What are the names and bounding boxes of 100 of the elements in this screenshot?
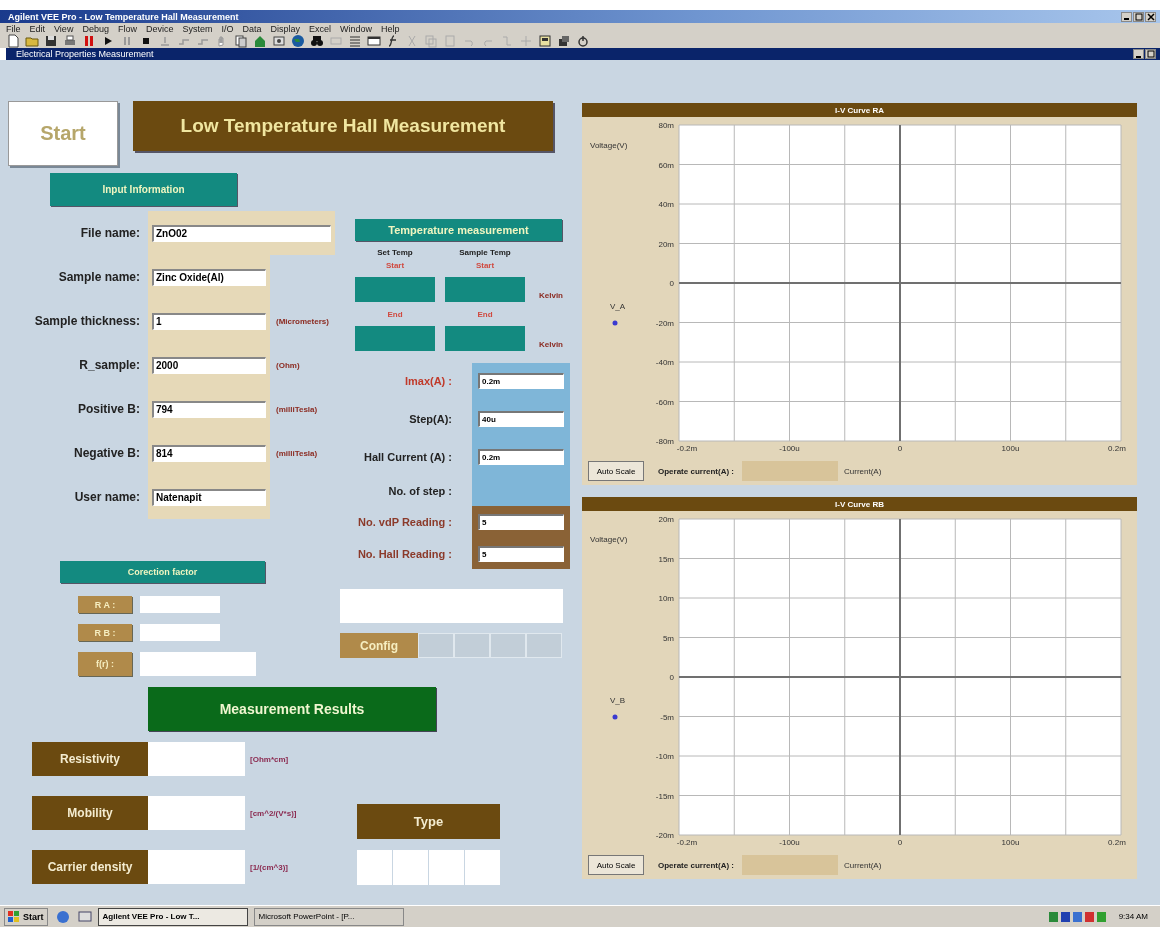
legend-label: V_B [610, 696, 626, 705]
text-field[interactable]: Zinc Oxide(Al) [152, 268, 266, 286]
parameter-label: Step(A): [408, 411, 453, 427]
parameter-label: No. vdP Reading : [357, 515, 453, 530]
close-icon [1146, 12, 1155, 21]
windows-icon[interactable] [557, 34, 571, 48]
unit-label: (Micrometers) [276, 316, 329, 326]
field-label: Sample thickness: [33, 314, 140, 328]
unit-label: (milliTesla) [276, 404, 318, 414]
column-header: Sample Temp [458, 248, 512, 259]
menu-item[interactable]: View [54, 23, 74, 34]
unit-label: Kelvin [539, 291, 563, 300]
unit-label: Kelvin [539, 340, 563, 349]
temp-label: Start [384, 261, 406, 271]
field-label: Sample name: [57, 270, 140, 284]
tick-label: 0.2m [1108, 444, 1126, 453]
auto-scale-button[interactable]: Auto Scale [588, 461, 644, 481]
task-button[interactable]: Microsoft PowerPoint - [P... [253, 907, 404, 926]
unit-label: (milliTesla) [276, 448, 318, 458]
tick-label: 0 [669, 673, 674, 682]
device-icon[interactable] [272, 34, 286, 48]
column-header: Set Temp [376, 248, 414, 259]
menu-item[interactable]: Data [242, 23, 262, 34]
output-cell [465, 850, 500, 885]
restore-button[interactable] [1133, 11, 1144, 22]
tick-label: 0.2m [1108, 838, 1126, 847]
tick-label: 0 [897, 838, 903, 847]
task-button[interactable]: Agilent VEE Pro - Low T... [97, 907, 248, 926]
menu-item[interactable]: Help [381, 23, 400, 34]
text-field[interactable]: 794 [152, 400, 266, 418]
text-field[interactable]: 0.2m [478, 373, 564, 389]
tick-label: -80m [655, 437, 674, 446]
text-field[interactable]: 2000 [152, 356, 266, 374]
chart-title: I-V Curve RB [582, 497, 1137, 511]
text-field[interactable]: ZnO02 [152, 224, 331, 242]
menu-item[interactable]: Device [145, 23, 174, 34]
output-cell [393, 850, 428, 885]
auto-scale-button[interactable]: Auto Scale [588, 855, 644, 875]
menu-item[interactable]: Debug [82, 23, 109, 34]
axis-title: Current(A) [844, 466, 882, 476]
unit-label: (Ohm) [276, 360, 300, 370]
output-cell [357, 850, 392, 885]
status-cell [490, 633, 526, 658]
section-header: Input Information [50, 173, 237, 206]
result-label: Resistivity [32, 742, 148, 776]
temp-label: Start [474, 261, 496, 271]
start-menu-button[interactable]: Start [4, 907, 48, 926]
maximize-button[interactable] [1145, 49, 1156, 59]
menu-item[interactable]: File [6, 23, 21, 34]
section-header: Measurement Results [148, 687, 436, 731]
menu-item[interactable]: Window [340, 23, 373, 34]
text-field[interactable]: 814 [152, 444, 266, 462]
menu-item[interactable]: Edit [29, 23, 46, 34]
menu-item[interactable]: Display [270, 23, 300, 34]
windows-logo-icon [8, 910, 20, 923]
text-field[interactable]: 5 [478, 545, 564, 562]
minimize-icon [1124, 18, 1129, 20]
tick-label: 20m [658, 515, 674, 524]
text-field[interactable]: 1 [152, 312, 266, 330]
banner-title: Low Temperature Hall Measurement [133, 101, 553, 151]
text-field[interactable]: 5 [478, 514, 564, 530]
text-field[interactable]: 0.2m [478, 449, 564, 465]
unit-label: [cm^2/(V*s)] [250, 808, 297, 818]
desktop-icon[interactable] [77, 909, 92, 924]
text-field[interactable]: Natenapit [152, 488, 266, 506]
minimize-button[interactable] [1133, 49, 1144, 59]
panel-icon[interactable] [538, 34, 552, 48]
print-icon[interactable] [63, 34, 77, 48]
minimize-icon [1136, 55, 1141, 58]
tick-label: -0.2m [676, 444, 698, 453]
save-icon[interactable] [44, 34, 58, 48]
tick-label: 5m [662, 633, 674, 643]
text-field[interactable]: 40u [478, 410, 564, 427]
window-icon[interactable] [367, 34, 381, 48]
field-label: Operate current(A) : [658, 466, 734, 476]
tick-label: 0 [669, 279, 674, 288]
pages-icon[interactable] [234, 34, 248, 48]
field-label: Positive B: [77, 402, 140, 416]
close-button[interactable] [1145, 11, 1156, 22]
field-label: Negative B: [72, 446, 140, 460]
parameter-label: No. Hall Reading : [356, 546, 453, 562]
menu-item[interactable]: Excel [309, 23, 332, 34]
maximize-icon [1146, 50, 1155, 58]
binoculars-icon[interactable] [310, 34, 324, 48]
browser-icon[interactable] [55, 909, 70, 924]
globe-icon[interactable] [291, 34, 305, 48]
result-label: Type [357, 804, 500, 839]
menu-item[interactable]: I/O [221, 23, 234, 34]
list-icon[interactable] [348, 34, 362, 48]
tick-label: -40m [655, 358, 674, 367]
minimize-button[interactable] [1121, 11, 1132, 22]
tick-label: 40m [658, 200, 674, 209]
pause-icon[interactable] [82, 34, 96, 48]
menu-item[interactable]: System [182, 23, 213, 34]
section-header: Corection factor [60, 561, 265, 583]
menu-item[interactable]: Flow [117, 23, 137, 34]
temp-label: End [386, 310, 404, 320]
output-cell [429, 850, 464, 885]
tick-label: 0 [897, 444, 903, 453]
power-icon[interactable] [576, 34, 590, 48]
